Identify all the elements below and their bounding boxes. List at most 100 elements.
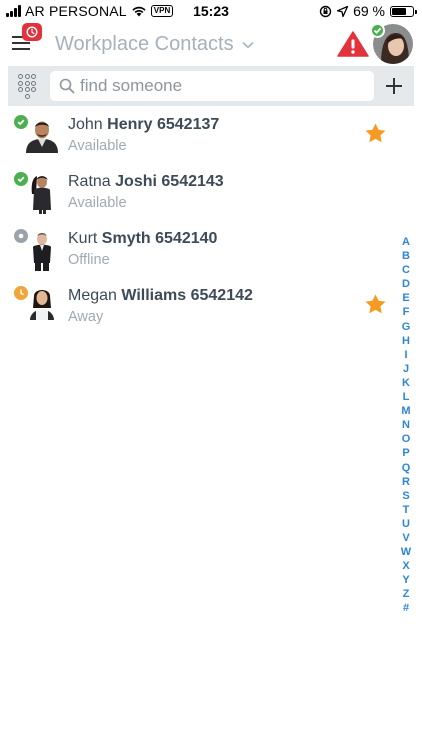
index-letter[interactable]: C bbox=[402, 263, 410, 277]
presence-indicator bbox=[14, 286, 28, 300]
status-bar: AR PERSONAL VPN 15:23 69 % bbox=[0, 0, 422, 22]
index-letter[interactable]: K bbox=[402, 376, 410, 390]
search-field[interactable] bbox=[50, 71, 374, 101]
dialpad-dot bbox=[31, 80, 36, 86]
orientation-lock-icon bbox=[319, 5, 332, 17]
index-letter[interactable]: Y bbox=[402, 573, 409, 587]
carrier-name: AR PERSONAL bbox=[25, 3, 127, 19]
dialpad-dot bbox=[24, 87, 30, 92]
offline-dot-icon bbox=[18, 233, 24, 239]
index-letter[interactable]: L bbox=[403, 390, 410, 404]
index-letter[interactable]: A bbox=[402, 235, 410, 249]
index-letter[interactable]: F bbox=[403, 305, 410, 319]
chevron-down-icon bbox=[242, 41, 254, 48]
status-bar-right: 69 % bbox=[319, 3, 417, 19]
my-presence-indicator bbox=[370, 23, 385, 38]
index-letter[interactable]: T bbox=[403, 503, 410, 517]
index-letter[interactable]: N bbox=[402, 418, 410, 432]
index-letter[interactable]: J bbox=[403, 362, 409, 376]
alphabet-index[interactable]: A B C D E F G H I J K L M N O P Q R S T U V W X Y Z # bbox=[397, 235, 415, 616]
dialpad-dot bbox=[18, 87, 23, 92]
status-bar-left: AR PERSONAL VPN bbox=[6, 3, 174, 19]
wifi-icon bbox=[132, 6, 146, 17]
index-letter[interactable]: V bbox=[402, 531, 409, 545]
index-letter[interactable]: G bbox=[402, 320, 411, 334]
location-arrow-icon bbox=[337, 5, 349, 17]
index-letter[interactable]: # bbox=[403, 601, 409, 615]
contact-name: Ratna Joshi 6542143 bbox=[68, 173, 224, 191]
first-name: Kurt bbox=[68, 230, 98, 247]
view-selector[interactable]: Workplace Contacts bbox=[55, 33, 254, 56]
contact-row[interactable]: Kurt Smyth 6542140 Offline bbox=[0, 229, 395, 286]
first-name: John bbox=[68, 116, 103, 133]
status-text: Available bbox=[68, 138, 127, 154]
app-header: Workplace Contacts bbox=[0, 22, 422, 66]
index-letter[interactable]: B bbox=[402, 249, 410, 263]
presence-indicator bbox=[14, 115, 28, 129]
index-letter[interactable]: D bbox=[402, 277, 410, 291]
dialpad-dot bbox=[24, 74, 30, 79]
add-contact-button[interactable] bbox=[384, 74, 404, 98]
battery-fill bbox=[392, 7, 406, 15]
search-bar bbox=[8, 66, 414, 106]
contact-row[interactable]: Megan Williams 6542142 Away bbox=[0, 286, 395, 343]
dialpad-dot bbox=[24, 80, 30, 86]
index-letter[interactable]: O bbox=[402, 432, 411, 446]
battery-icon bbox=[390, 5, 417, 17]
favorite-star-icon[interactable] bbox=[365, 294, 386, 314]
last-name: Henry bbox=[107, 116, 153, 133]
first-name: Ratna bbox=[68, 173, 111, 190]
index-letter[interactable]: R bbox=[402, 475, 410, 489]
index-letter[interactable]: M bbox=[401, 404, 410, 418]
contact-name: Kurt Smyth 6542140 bbox=[68, 230, 217, 248]
index-letter[interactable]: S bbox=[402, 489, 409, 503]
extension: 6542143 bbox=[161, 173, 224, 190]
index-letter[interactable]: U bbox=[402, 517, 410, 531]
index-letter[interactable]: P bbox=[402, 446, 409, 460]
index-letter[interactable]: H bbox=[402, 334, 410, 348]
status-text: Offline bbox=[68, 252, 110, 268]
extension: 6542140 bbox=[155, 230, 218, 247]
favorite-star-icon[interactable] bbox=[365, 123, 386, 143]
signal-icon bbox=[6, 5, 21, 17]
first-name: Megan bbox=[68, 287, 117, 304]
index-letter[interactable]: Z bbox=[403, 587, 410, 601]
status-text: Available bbox=[68, 195, 127, 211]
extension: 6542142 bbox=[190, 287, 253, 304]
check-icon bbox=[17, 176, 25, 183]
contact-row[interactable]: Ratna Joshi 6542143 Available bbox=[0, 172, 395, 229]
page-title: Workplace Contacts bbox=[55, 33, 234, 55]
dialpad-button[interactable] bbox=[18, 74, 40, 99]
index-letter[interactable]: I bbox=[404, 348, 407, 362]
warning-icon[interactable] bbox=[337, 31, 369, 57]
my-profile-button[interactable] bbox=[370, 23, 413, 64]
last-name: Williams bbox=[121, 287, 187, 304]
battery-percent: 69 % bbox=[353, 3, 385, 19]
index-letter[interactable]: E bbox=[402, 291, 409, 305]
presence-indicator bbox=[14, 172, 28, 186]
contact-name: John Henry 6542137 bbox=[68, 116, 219, 134]
index-letter[interactable]: W bbox=[401, 545, 411, 559]
presence-indicator bbox=[14, 229, 28, 243]
dialpad-dot bbox=[18, 80, 23, 86]
dialpad-dot bbox=[18, 74, 23, 79]
index-letter[interactable]: X bbox=[402, 559, 409, 573]
menu-line bbox=[12, 42, 30, 44]
dialpad-dot bbox=[31, 87, 36, 92]
last-name: Joshi bbox=[115, 173, 157, 190]
search-input[interactable] bbox=[80, 71, 370, 101]
search-icon bbox=[59, 78, 75, 94]
notification-badge[interactable] bbox=[22, 23, 42, 41]
extension: 6542137 bbox=[156, 116, 220, 133]
clock-icon bbox=[26, 26, 38, 38]
check-icon bbox=[17, 119, 25, 126]
index-letter[interactable]: Q bbox=[402, 461, 411, 475]
last-name: Smyth bbox=[101, 230, 151, 247]
contact-row[interactable]: John Henry 6542137 Available bbox=[0, 115, 395, 172]
check-icon bbox=[373, 27, 382, 34]
dialpad-dot bbox=[24, 93, 30, 99]
vpn-badge: VPN bbox=[150, 5, 174, 17]
status-text: Away bbox=[68, 309, 104, 325]
menu-line bbox=[12, 48, 30, 50]
clock-icon bbox=[20, 289, 24, 296]
